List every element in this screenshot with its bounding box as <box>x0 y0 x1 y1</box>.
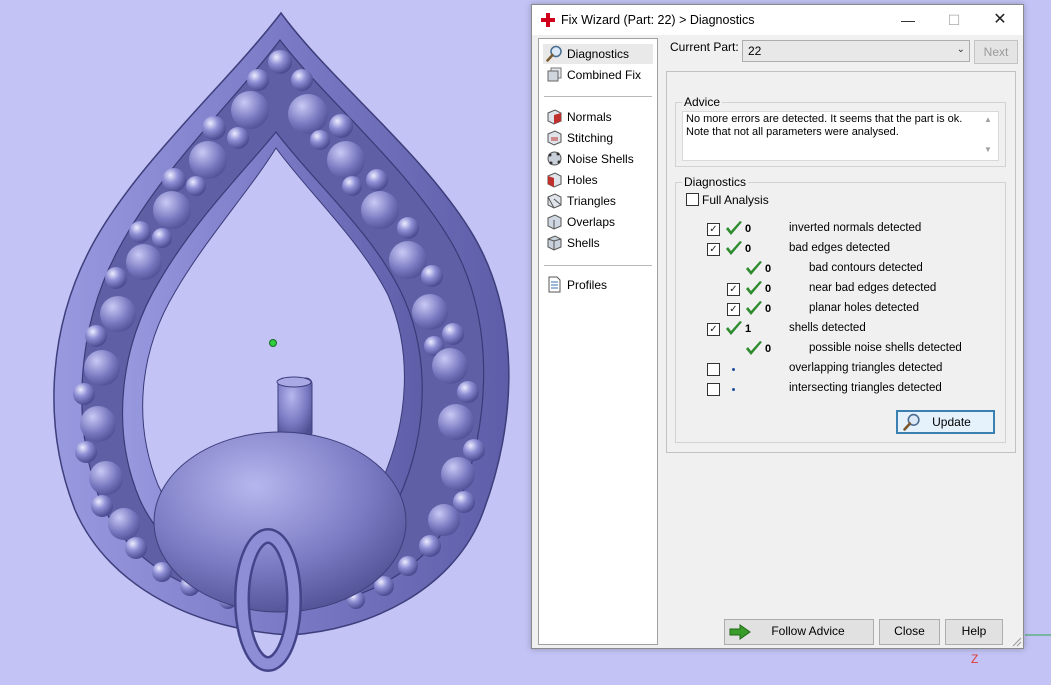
checkmark-icon <box>746 281 762 295</box>
shells-cube-icon <box>547 235 562 251</box>
diagnostic-count: 1 <box>745 323 752 335</box>
diagnostic-label: bad edges detected <box>789 242 891 254</box>
diagnostic-count: 0 <box>745 223 752 235</box>
next-button[interactable]: Next <box>974 40 1018 64</box>
triangles-cube-icon <box>547 193 562 209</box>
normals-cube-icon <box>547 109 562 125</box>
help-label: Help <box>961 624 987 638</box>
wizard-nav: Diagnostics Combined Fix Normals Stitchi… <box>538 38 658 645</box>
diagnostic-checkbox[interactable]: ✓ <box>707 323 720 336</box>
diagnostic-count: 0 <box>745 243 752 255</box>
maximize-button[interactable]: ☐ <box>931 5 977 35</box>
diagnostic-label: shells detected <box>789 322 866 334</box>
nav-item-normals[interactable]: Normals <box>543 107 653 127</box>
pending-dot-icon <box>732 388 735 391</box>
update-button[interactable]: Update <box>896 410 995 434</box>
checkmark-icon <box>746 341 762 355</box>
diagnostic-checkbox[interactable] <box>707 363 720 376</box>
nav-label: Stitching <box>567 131 614 145</box>
stitching-cube-icon <box>547 130 562 146</box>
pending-dot-icon <box>732 368 735 371</box>
axis-z-label: Z <box>971 652 979 666</box>
checkmark-icon <box>726 241 742 255</box>
minimize-button[interactable]: — <box>885 5 931 35</box>
noise-shells-icon <box>547 151 562 166</box>
diagnostic-label: near bad edges detected <box>809 282 937 294</box>
checkmark-icon <box>746 261 762 275</box>
diagnostic-checkbox[interactable] <box>707 383 720 396</box>
diagnostic-label: overlapping triangles detected <box>789 362 943 374</box>
nav-item-profiles[interactable]: Profiles <box>543 275 653 295</box>
nav-label: Diagnostics <box>567 47 630 61</box>
checkmark-icon <box>726 321 742 335</box>
follow-advice-label: Follow Advice <box>771 624 845 638</box>
advice-text: No more errors are detected. It seems th… <box>686 113 963 138</box>
diagnostic-count: 0 <box>765 343 772 355</box>
advice-title: Advice <box>682 95 723 109</box>
diagnostic-label: inverted normals detected <box>789 222 922 234</box>
current-part-label: Current Part: <box>670 40 739 54</box>
nav-item-holes[interactable]: Holes <box>543 170 653 190</box>
full-analysis-label: Full Analysis <box>702 193 769 207</box>
profiles-document-icon <box>548 276 561 293</box>
nav-item-shells[interactable]: Shells <box>543 233 653 253</box>
chevron-down-icon: ⌄ <box>956 44 965 55</box>
nav-label: Combined Fix <box>567 68 642 82</box>
diagnostic-label: possible noise shells detected <box>809 342 962 354</box>
scroll-down-icon[interactable]: ▼ <box>984 145 992 154</box>
diagnostic-label: planar holes detected <box>809 302 919 314</box>
combined-fix-icon <box>547 67 562 82</box>
nav-item-stitching[interactable]: Stitching <box>543 128 653 148</box>
close-window-button[interactable]: ✕ <box>977 5 1023 35</box>
checkmark-icon <box>726 221 742 235</box>
diagnostic-label: bad contours detected <box>809 262 923 274</box>
magnifier-icon <box>546 45 562 62</box>
title-bar[interactable]: Fix Wizard (Part: 22) > Diagnostics — ☐ … <box>532 5 1023 35</box>
diagnostics-title: Diagnostics <box>682 175 749 189</box>
nav-label: Holes <box>567 173 598 187</box>
nav-divider <box>544 96 652 97</box>
nav-item-combined-fix[interactable]: Combined Fix <box>543 65 653 85</box>
nav-label: Normals <box>567 110 612 124</box>
current-part-value: 22 <box>748 44 762 58</box>
resize-grip-icon[interactable] <box>1010 635 1022 647</box>
diagnostic-checkbox[interactable]: ✓ <box>707 223 720 236</box>
diagnostic-checkbox[interactable]: ✓ <box>727 283 740 296</box>
overlaps-cube-icon <box>547 214 562 230</box>
update-label: Update <box>932 415 971 429</box>
nav-label: Overlaps <box>567 215 616 229</box>
nav-label: Profiles <box>567 278 608 292</box>
diagnostic-count: 0 <box>765 263 772 275</box>
current-part-select[interactable]: 22 ⌄ <box>742 40 970 62</box>
full-analysis-checkbox[interactable] <box>686 193 699 206</box>
checkmark-icon <box>746 301 762 315</box>
nav-item-overlaps[interactable]: Overlaps <box>543 212 653 232</box>
diagnostic-checkbox[interactable]: ✓ <box>707 243 720 256</box>
close-button[interactable]: Close <box>879 619 940 645</box>
nav-item-triangles[interactable]: Triangles <box>543 191 653 211</box>
nav-label: Shells <box>567 236 600 250</box>
red-cross-icon <box>541 13 555 27</box>
nav-item-diagnostics[interactable]: Diagnostics <box>543 44 653 64</box>
diagnostic-label: intersecting triangles detected <box>789 382 942 394</box>
follow-advice-button[interactable]: Follow Advice <box>724 619 874 645</box>
diagnostic-count: 0 <box>765 283 772 295</box>
help-button[interactable]: Help <box>945 619 1003 645</box>
nav-item-noise-shells[interactable]: Noise Shells <box>543 149 653 169</box>
close-label: Close <box>894 624 925 638</box>
nav-label: Noise Shells <box>567 152 634 166</box>
window-title: Fix Wizard (Part: 22) > Diagnostics <box>561 13 755 27</box>
nav-label: Triangles <box>567 194 616 208</box>
fix-wizard-dialog: Fix Wizard (Part: 22) > Diagnostics — ☐ … <box>531 4 1024 649</box>
nav-divider <box>544 265 652 266</box>
scroll-up-icon[interactable]: ▲ <box>984 115 992 124</box>
diagnostic-count: 0 <box>765 303 772 315</box>
diagnostic-checkbox[interactable]: ✓ <box>727 303 740 316</box>
holes-cube-icon <box>547 172 562 188</box>
